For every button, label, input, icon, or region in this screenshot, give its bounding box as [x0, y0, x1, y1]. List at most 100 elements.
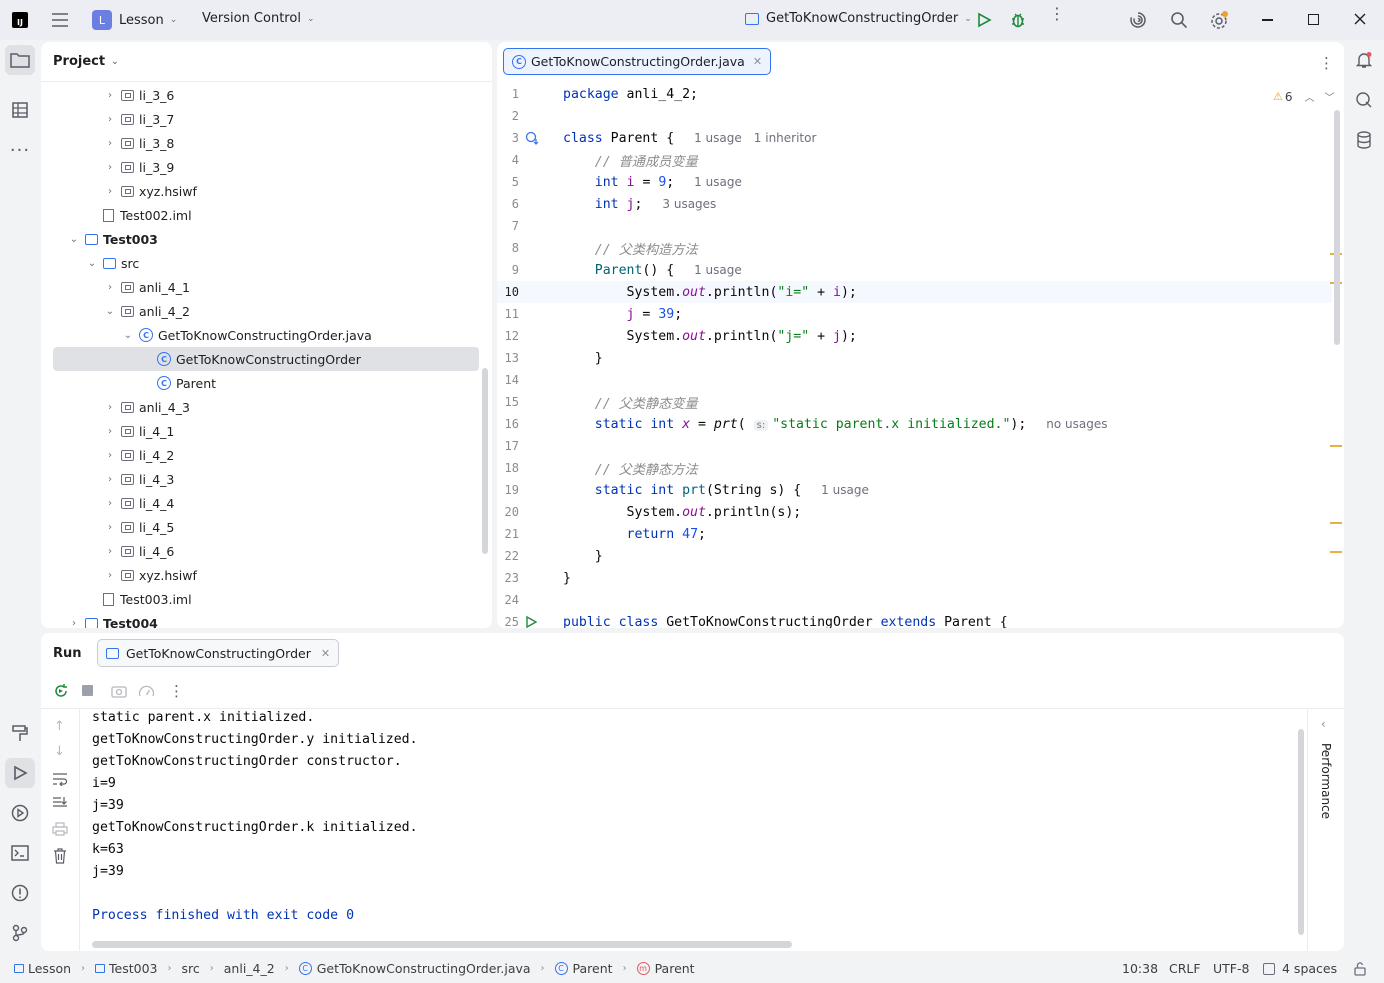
- breadcrumb-item[interactable]: Lesson: [14, 961, 71, 976]
- tree-item[interactable]: › li_3_7: [103, 107, 174, 131]
- usage-hint[interactable]: 1 usage: [821, 483, 869, 497]
- tree-item[interactable]: › Test004: [67, 611, 158, 628]
- git-tool-icon[interactable]: [5, 918, 35, 948]
- editor-scrollbar[interactable]: [1334, 110, 1340, 345]
- project-tool-icon[interactable]: [5, 45, 35, 75]
- chevron-right-icon[interactable]: ›: [103, 570, 117, 581]
- tree-item[interactable]: ⌄ src: [85, 251, 139, 275]
- tree-item[interactable]: ⌄ Test003: [67, 227, 158, 251]
- terminal-tool-icon[interactable]: [5, 838, 35, 868]
- project-selector[interactable]: L Lesson ⌄: [92, 10, 177, 30]
- run-config-selector[interactable]: GetToKnowConstructingOrder ⌄: [745, 11, 972, 26]
- debug-icon[interactable]: [1009, 11, 1027, 33]
- maximize-window-icon[interactable]: [1308, 14, 1319, 25]
- chevron-right-icon[interactable]: ›: [103, 402, 117, 413]
- scroll-to-end-icon[interactable]: [52, 796, 68, 814]
- warning-marker[interactable]: [1330, 551, 1342, 553]
- tree-item[interactable]: › li_3_8: [103, 131, 174, 155]
- tree-item[interactable]: Test003.iml: [85, 587, 192, 611]
- console-v-scrollbar[interactable]: [1298, 729, 1304, 935]
- chevron-right-icon[interactable]: ›: [103, 162, 117, 173]
- usage-hint[interactable]: 1 usage: [694, 131, 742, 145]
- scroll-down-icon[interactable]: ↓: [54, 744, 65, 759]
- chevron-right-icon[interactable]: ›: [103, 546, 117, 557]
- chevron-right-icon[interactable]: ›: [103, 474, 117, 485]
- warning-marker[interactable]: [1330, 522, 1342, 524]
- close-tab-icon[interactable]: ✕: [753, 55, 762, 68]
- tree-item[interactable]: › anli_4_1: [103, 275, 190, 299]
- tree-scrollbar[interactable]: [482, 368, 488, 554]
- usage-hint[interactable]: 3 usages: [662, 197, 716, 211]
- tree-item[interactable]: › anli_4_3: [103, 395, 190, 419]
- tree-item[interactable]: › li_4_1: [103, 419, 174, 443]
- chevron-left-icon[interactable]: ‹: [1321, 717, 1326, 731]
- tree-item[interactable]: › xyz.hsiwf: [103, 563, 197, 587]
- tree-item[interactable]: › li_4_3: [103, 467, 174, 491]
- file-encoding[interactable]: UTF-8: [1213, 961, 1249, 976]
- breadcrumb-item[interactable]: Test003: [95, 961, 158, 976]
- caret-position[interactable]: 10:38: [1122, 961, 1158, 976]
- soft-wrap-icon[interactable]: [52, 772, 68, 790]
- print-icon[interactable]: [52, 822, 68, 840]
- chevron-down-icon[interactable]: ⌄: [85, 258, 99, 269]
- code-view[interactable]: 1 package anli_4_2; 2 3 class Parent { 1…: [497, 83, 1332, 628]
- run-tool-icon[interactable]: [5, 758, 35, 788]
- console-h-scrollbar[interactable]: [92, 941, 792, 948]
- stop-icon[interactable]: [82, 685, 93, 696]
- run-icon[interactable]: [976, 12, 992, 32]
- breadcrumb-item[interactable]: m Parent: [636, 961, 695, 976]
- indent-settings[interactable]: 4 spaces: [1263, 961, 1337, 976]
- breadcrumb-item[interactable]: C GetToKnowConstructingOrder.java: [298, 961, 531, 976]
- warning-marker[interactable]: [1330, 445, 1342, 447]
- chevron-down-icon[interactable]: ⌄: [121, 330, 135, 341]
- search-icon[interactable]: [1170, 11, 1188, 33]
- notifications-bell-icon[interactable]: [1349, 45, 1379, 75]
- chevron-right-icon[interactable]: ›: [103, 282, 117, 293]
- more-actions-icon[interactable]: ⋮: [1049, 6, 1065, 22]
- project-panel-header[interactable]: Project ⌄: [41, 42, 492, 82]
- vcs-selector[interactable]: Version Control ⌄: [202, 11, 314, 26]
- chevron-right-icon[interactable]: ›: [103, 426, 117, 437]
- tree-item[interactable]: Test002.iml: [85, 203, 192, 227]
- tree-item[interactable]: › li_4_2: [103, 443, 174, 467]
- clear-trash-icon[interactable]: [53, 848, 67, 868]
- profiler-icon[interactable]: [138, 683, 155, 703]
- build-tool-icon[interactable]: [5, 718, 35, 748]
- chevron-right-icon[interactable]: ›: [103, 522, 117, 533]
- more-actions-icon[interactable]: ⋮: [169, 682, 184, 700]
- chevron-right-icon[interactable]: ›: [103, 186, 117, 197]
- editor-tab[interactable]: C GetToKnowConstructingOrder.java ✕: [503, 48, 772, 75]
- tree-item[interactable]: › li_4_5: [103, 515, 174, 539]
- tree-item[interactable]: › xyz.hsiwf: [103, 179, 197, 203]
- line-separator[interactable]: CRLF: [1169, 961, 1201, 976]
- settings-gear-icon[interactable]: [1209, 10, 1229, 34]
- close-window-icon[interactable]: [1353, 12, 1367, 30]
- ai-assistant-icon[interactable]: [1129, 11, 1147, 33]
- chevron-right-icon[interactable]: ›: [67, 618, 81, 629]
- structure-tool-icon[interactable]: [5, 95, 35, 125]
- usage-hint[interactable]: 1 usage: [694, 175, 742, 189]
- problems-tool-icon[interactable]: [5, 878, 35, 908]
- tree-item[interactable]: › li_4_4: [103, 491, 174, 515]
- close-tab-icon[interactable]: ✕: [321, 647, 330, 660]
- more-tools-icon[interactable]: ···: [5, 135, 35, 165]
- inheritor-hint[interactable]: 1 inheritor: [754, 131, 817, 145]
- implemented-gutter-icon[interactable]: [525, 131, 539, 149]
- chevron-down-icon[interactable]: ⌄: [103, 306, 117, 317]
- breadcrumb-item[interactable]: C Parent: [554, 961, 613, 976]
- main-menu-icon[interactable]: [50, 10, 70, 30]
- usage-hint[interactable]: 1 usage: [694, 263, 742, 277]
- tree-item[interactable]: › li_3_6: [103, 83, 174, 107]
- tree-item[interactable]: C GetToKnowConstructingOrder: [53, 347, 479, 371]
- database-icon[interactable]: [1349, 125, 1379, 155]
- screenshot-icon[interactable]: [111, 684, 127, 702]
- ai-chat-icon[interactable]: [1349, 85, 1379, 115]
- tree-item[interactable]: C Parent: [139, 371, 216, 395]
- chevron-right-icon[interactable]: ›: [103, 138, 117, 149]
- usage-hint[interactable]: no usages: [1046, 417, 1107, 431]
- editor-more-icon[interactable]: ⋮: [1319, 54, 1334, 72]
- breadcrumb-item[interactable]: src: [182, 961, 200, 976]
- breadcrumb-item[interactable]: anli_4_2: [224, 961, 275, 976]
- tree-item[interactable]: ⌄ C GetToKnowConstructingOrder.java: [121, 323, 372, 347]
- chevron-right-icon[interactable]: ›: [103, 114, 117, 125]
